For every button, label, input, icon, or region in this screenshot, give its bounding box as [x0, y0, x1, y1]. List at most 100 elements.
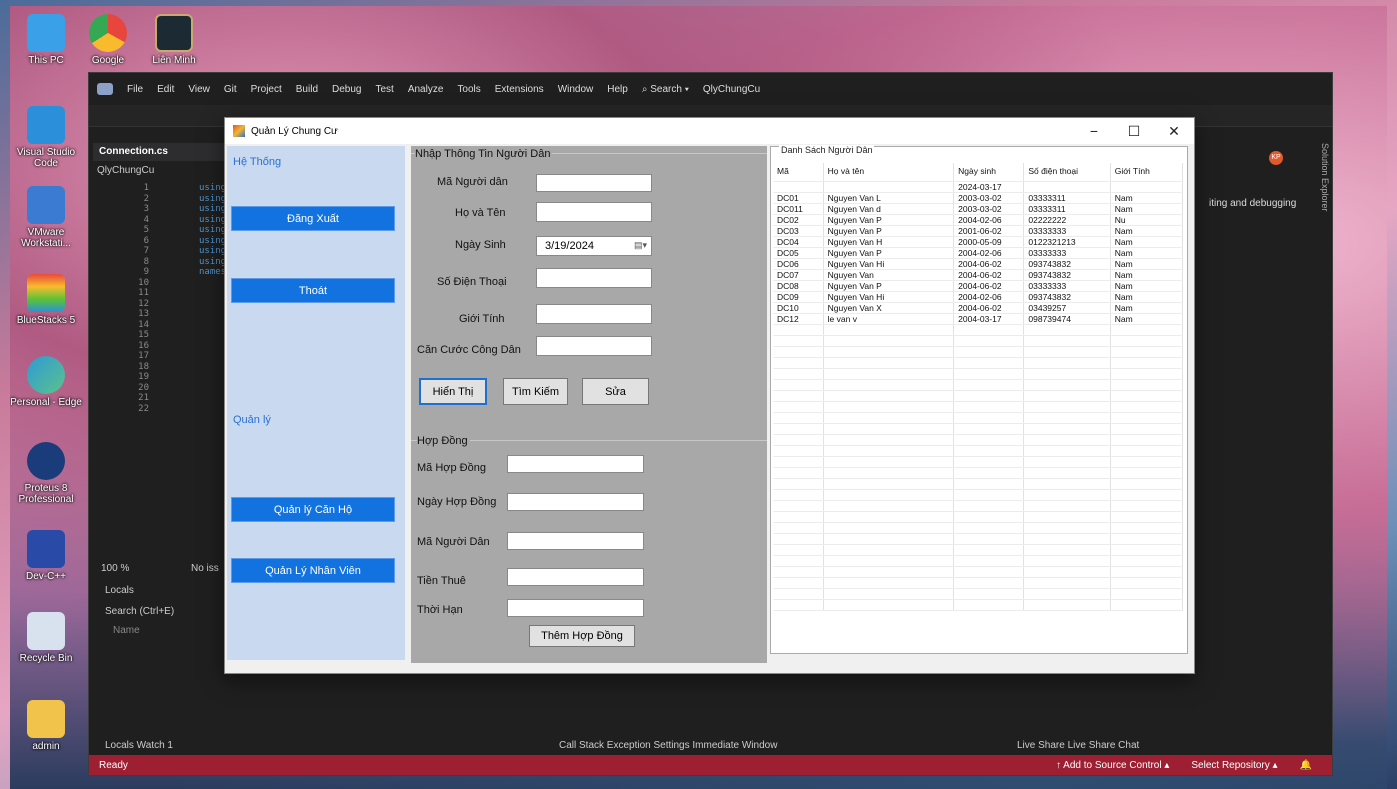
menu-help[interactable]: Help	[607, 84, 628, 95]
table-empty-row[interactable]	[773, 599, 1184, 611]
desktop-icon-vmware[interactable]: VMware Workstati...	[10, 186, 82, 249]
table-empty-row[interactable]	[773, 445, 1184, 457]
bottom-tabs-left[interactable]: Locals Watch 1	[105, 740, 173, 751]
table-empty-row[interactable]	[773, 335, 1184, 347]
table-empty-row[interactable]	[773, 577, 1184, 589]
desktop-icon-vscode[interactable]: Visual Studio Code	[10, 106, 82, 169]
resident-id-input[interactable]	[536, 174, 652, 192]
table-row[interactable]: DC03 Nguyen Van P 2001-06-02 03333333 Nam	[773, 225, 1184, 237]
bottom-tabs-right[interactable]: Live Share Live Share Chat	[1017, 740, 1139, 751]
select-repository[interactable]: Select Repository ▴	[1191, 760, 1277, 771]
table-empty-row[interactable]	[773, 467, 1184, 479]
menu-project[interactable]: Project	[251, 84, 282, 95]
solution-node[interactable]: QlyChungCu	[97, 165, 154, 176]
table-empty-row[interactable]	[773, 324, 1184, 336]
table-empty-row[interactable]	[773, 588, 1184, 600]
contract-resident-input[interactable]	[507, 532, 644, 550]
table-empty-row[interactable]	[773, 412, 1184, 424]
desktop-icon-proteus[interactable]: Proteus 8 Professional	[10, 442, 82, 505]
add-to-source-control[interactable]: ↑ Add to Source Control ▴	[1056, 760, 1169, 771]
desktop-icon-devcpp[interactable]: Dev-C++	[10, 530, 82, 582]
table-empty-row[interactable]	[773, 390, 1184, 402]
exit-button[interactable]: Thoát	[231, 278, 395, 303]
maximize-icon[interactable]: ☐	[1114, 123, 1154, 140]
contract-date-input[interactable]	[507, 493, 644, 511]
phone-input[interactable]	[536, 268, 652, 288]
table-row[interactable]: DC09 Nguyen Van Hi 2004-02-06 093743832 Nam	[773, 291, 1184, 303]
table-row[interactable]: DC011 Nguyen Van d 2003-03-02 03333311 Nam	[773, 203, 1184, 215]
table-row[interactable]: DC10 Nguyen Van X 2004-06-02 03439257 Nam	[773, 302, 1184, 314]
dob-datepicker[interactable]: 3/19/2024 ▤▾	[536, 236, 652, 256]
table-empty-row[interactable]	[773, 357, 1184, 369]
col-phone[interactable]: Số điện thoại	[1023, 163, 1111, 182]
table-empty-row[interactable]	[773, 346, 1184, 358]
desktop-icon-admin[interactable]: admin	[10, 700, 82, 752]
rent-input[interactable]	[507, 568, 644, 586]
table-row[interactable]: 2024-03-17	[773, 181, 1184, 193]
doc-tab-connection[interactable]: Connection.cs	[93, 143, 233, 161]
table-empty-row[interactable]	[773, 500, 1184, 512]
logout-button[interactable]: Đăng Xuất	[231, 206, 395, 231]
table-empty-row[interactable]	[773, 434, 1184, 446]
table-empty-row[interactable]	[773, 401, 1184, 413]
table-row[interactable]: DC04 Nguyen Van H 2000-05-09 0122321213 Nam	[773, 236, 1184, 248]
col-name[interactable]: Họ và tên	[823, 163, 955, 182]
table-empty-row[interactable]	[773, 544, 1184, 556]
table-row[interactable]: DC12 le van v 2004-03-17 098739474 Nam	[773, 313, 1184, 325]
menu-edit[interactable]: Edit	[157, 84, 174, 95]
table-row[interactable]: DC06 Nguyen Van Hi 2004-06-02 093743832 Nam	[773, 258, 1184, 270]
contract-id-input[interactable]	[507, 455, 644, 473]
table-row[interactable]: DC08 Nguyen Van P 2004-06-02 03333333 Nam	[773, 280, 1184, 292]
col-dob[interactable]: Ngày sinh	[953, 163, 1025, 182]
table-row[interactable]: DC05 Nguyen Van P 2004-02-06 03333333 Nam	[773, 247, 1184, 259]
col-id[interactable]: Mã	[773, 163, 824, 182]
menu-view[interactable]: View	[188, 84, 210, 95]
manage-apartment-button[interactable]: Quản lý Căn Hộ	[231, 497, 395, 522]
menu-build[interactable]: Build	[296, 84, 318, 95]
gender-input[interactable]	[536, 304, 652, 324]
table-empty-row[interactable]	[773, 566, 1184, 578]
zoom-level[interactable]: 100 %	[101, 563, 129, 574]
desktop-icon-google[interactable]: Google	[72, 14, 144, 66]
table-row[interactable]: DC01 Nguyen Van L 2003-03-02 03333311 Nam	[773, 192, 1184, 204]
table-empty-row[interactable]	[773, 456, 1184, 468]
account-avatar[interactable]: KP	[1269, 151, 1283, 165]
bottom-tabs-middle[interactable]: Call Stack Exception Settings Immediate …	[559, 740, 777, 751]
full-name-input[interactable]	[536, 202, 652, 222]
cccd-input[interactable]	[536, 336, 652, 356]
table-empty-row[interactable]	[773, 511, 1184, 523]
term-input[interactable]	[507, 599, 644, 617]
menu-test[interactable]: Test	[375, 84, 393, 95]
table-empty-row[interactable]	[773, 478, 1184, 490]
menu-window[interactable]: Window	[558, 84, 594, 95]
issues-indicator[interactable]: No iss	[191, 563, 219, 574]
solution-explorer-tab[interactable]: Solution Explorer	[1316, 143, 1330, 343]
add-contract-button[interactable]: Thêm Hợp Đồng	[529, 625, 635, 647]
desktop-icon-edge[interactable]: Personal - Edge	[10, 356, 82, 408]
locals-search[interactable]: Search (Ctrl+E)	[105, 606, 174, 617]
menu-git[interactable]: Git	[224, 84, 237, 95]
menu-extensions[interactable]: Extensions	[495, 84, 544, 95]
table-empty-row[interactable]	[773, 379, 1184, 391]
desktop-icon-bluestacks[interactable]: BlueStacks 5	[10, 274, 82, 326]
table-empty-row[interactable]	[773, 555, 1184, 567]
table-row[interactable]: DC07 Nguyen Van 2004-06-02 093743832 Nam	[773, 269, 1184, 281]
menu-analyze[interactable]: Analyze	[408, 84, 444, 95]
menu-file[interactable]: File	[127, 84, 143, 95]
col-gender[interactable]: Giới Tính	[1110, 163, 1184, 182]
edit-button[interactable]: Sửa	[582, 378, 649, 405]
table-empty-row[interactable]	[773, 423, 1184, 435]
notification-bell-icon[interactable]: 🔔	[1300, 760, 1312, 771]
menu-debug[interactable]: Debug	[332, 84, 361, 95]
desktop-icon-recycle-bin[interactable]: Recycle Bin	[10, 612, 82, 664]
manage-staff-button[interactable]: Quản Lý Nhân Viên	[231, 558, 395, 583]
table-empty-row[interactable]	[773, 489, 1184, 501]
table-empty-row[interactable]	[773, 522, 1184, 534]
table-empty-row[interactable]	[773, 368, 1184, 380]
menu-tools[interactable]: Tools	[457, 84, 480, 95]
menu-search[interactable]: ⌕ Search ▾	[642, 84, 689, 95]
table-row[interactable]: DC02 Nguyen Van P 2004-02-06 02222222 Nu	[773, 214, 1184, 226]
close-icon[interactable]: ✕	[1154, 123, 1194, 140]
show-button[interactable]: Hiển Thị	[419, 378, 487, 405]
table-empty-row[interactable]	[773, 533, 1184, 545]
